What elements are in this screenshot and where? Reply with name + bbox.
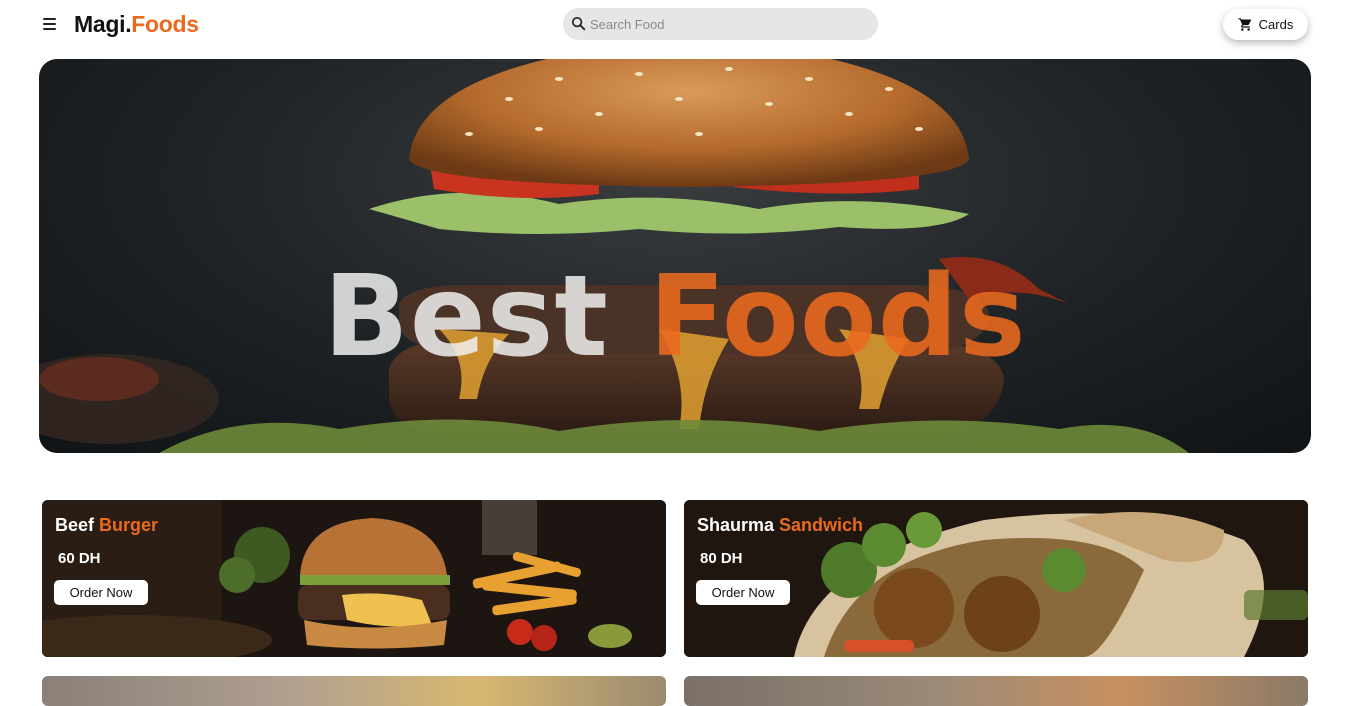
card-title-accent: Sandwich [779,515,864,535]
card-title: Beef Burger [55,515,158,536]
card-price: 80 DH [700,550,743,567]
search-icon [571,16,586,31]
order-now-button[interactable]: Order Now [696,580,790,605]
cart-button[interactable]: Cards [1223,9,1308,40]
card-price: 60 DH [58,550,101,567]
hero-title: Best Foods [39,257,1311,377]
logo-text: Magi. [74,11,132,37]
navbar: Magi.Foods Cards [0,0,1349,50]
card-title-text: Beef [55,515,100,535]
cart-label: Cards [1258,17,1294,32]
order-now-button[interactable]: Order Now [54,580,148,605]
food-card-beef-burger: Beef Burger 60 DH Order Now [42,500,666,657]
logo[interactable]: Magi.Foods [74,11,199,38]
food-card-partial [42,676,666,706]
hero-banner: Best Foods [39,59,1311,453]
food-card-partial [684,676,1308,706]
hamburger-menu-icon[interactable] [40,14,60,34]
hero-title-accent: Foods [648,252,1027,382]
search-bar [563,8,878,40]
card-title-accent: Burger [99,515,159,535]
cart-icon [1238,18,1251,31]
card-title-text: Shaurma [697,515,780,535]
card-title: Shaurma Sandwich [697,515,863,536]
search-input[interactable] [590,8,870,40]
food-card-shaurma-sandwich: Shaurma Sandwich 80 DH Order Now [684,500,1308,657]
hero-title-text: Best [323,252,649,382]
logo-accent-text: Foods [131,11,199,37]
